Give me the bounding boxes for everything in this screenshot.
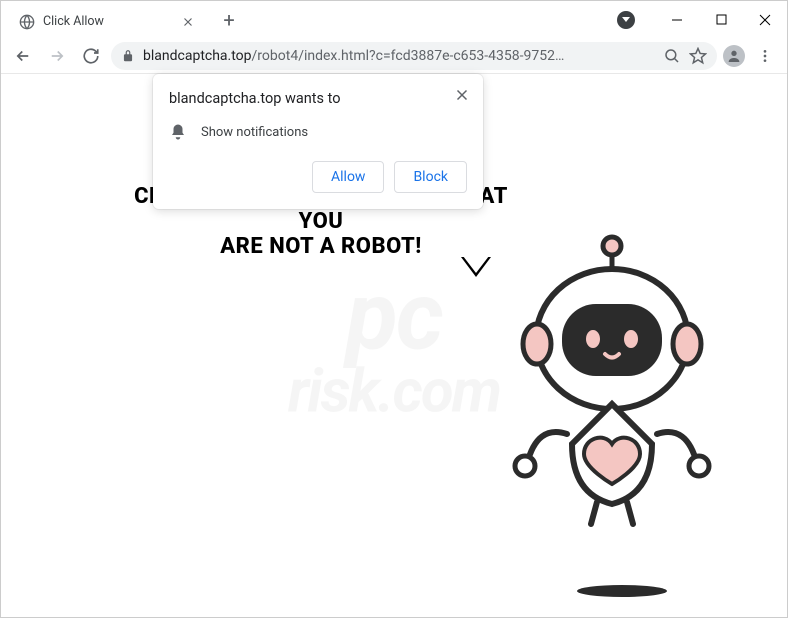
robot-shadow xyxy=(577,585,667,597)
back-button[interactable] xyxy=(9,42,37,70)
url-text: blandcaptcha.top/robot4/index.html?c=fcd… xyxy=(143,48,655,64)
prompt-line-2: ARE NOT A ROBOT! xyxy=(121,234,521,259)
permission-dialog: blandcaptcha.top wants to Show notificat… xyxy=(153,74,483,209)
star-icon[interactable] xyxy=(689,47,707,65)
reload-button[interactable] xyxy=(77,42,105,70)
toolbar: blandcaptcha.top/robot4/index.html?c=fcd… xyxy=(1,38,787,74)
block-button[interactable]: Block xyxy=(394,161,467,193)
browser-tab[interactable]: Click Allow xyxy=(7,5,207,38)
permission-item: Show notifications xyxy=(201,125,308,140)
close-window-button[interactable] xyxy=(743,4,787,36)
page-content: pcrisk.com CLICK «ALLOW» TO CONFIRM THAT… xyxy=(1,74,787,617)
robot-image xyxy=(507,234,717,534)
titlebar: Click Allow + xyxy=(1,1,787,38)
minimize-button[interactable] xyxy=(655,4,699,36)
maximize-button[interactable] xyxy=(699,4,743,36)
tab-title: Click Allow xyxy=(43,14,175,29)
new-tab-button[interactable]: + xyxy=(215,6,243,34)
forward-button[interactable] xyxy=(43,42,71,70)
allow-button[interactable]: Allow xyxy=(312,161,384,193)
window-controls xyxy=(655,4,787,36)
close-icon[interactable] xyxy=(181,15,195,29)
globe-icon xyxy=(19,14,35,30)
incognito-icon[interactable] xyxy=(617,11,635,29)
permission-title: blandcaptcha.top wants to xyxy=(169,90,467,107)
close-icon[interactable] xyxy=(453,86,471,104)
menu-button[interactable] xyxy=(751,42,779,70)
bell-icon xyxy=(169,123,187,141)
profile-avatar[interactable] xyxy=(723,45,745,67)
watermark: pcrisk.com xyxy=(288,272,500,419)
search-icon[interactable] xyxy=(663,47,681,65)
address-bar[interactable]: blandcaptcha.top/robot4/index.html?c=fcd… xyxy=(111,42,717,70)
browser-window: Click Allow + blandcaptcha.top/robot4/in… xyxy=(0,0,788,618)
lock-icon xyxy=(121,49,135,63)
